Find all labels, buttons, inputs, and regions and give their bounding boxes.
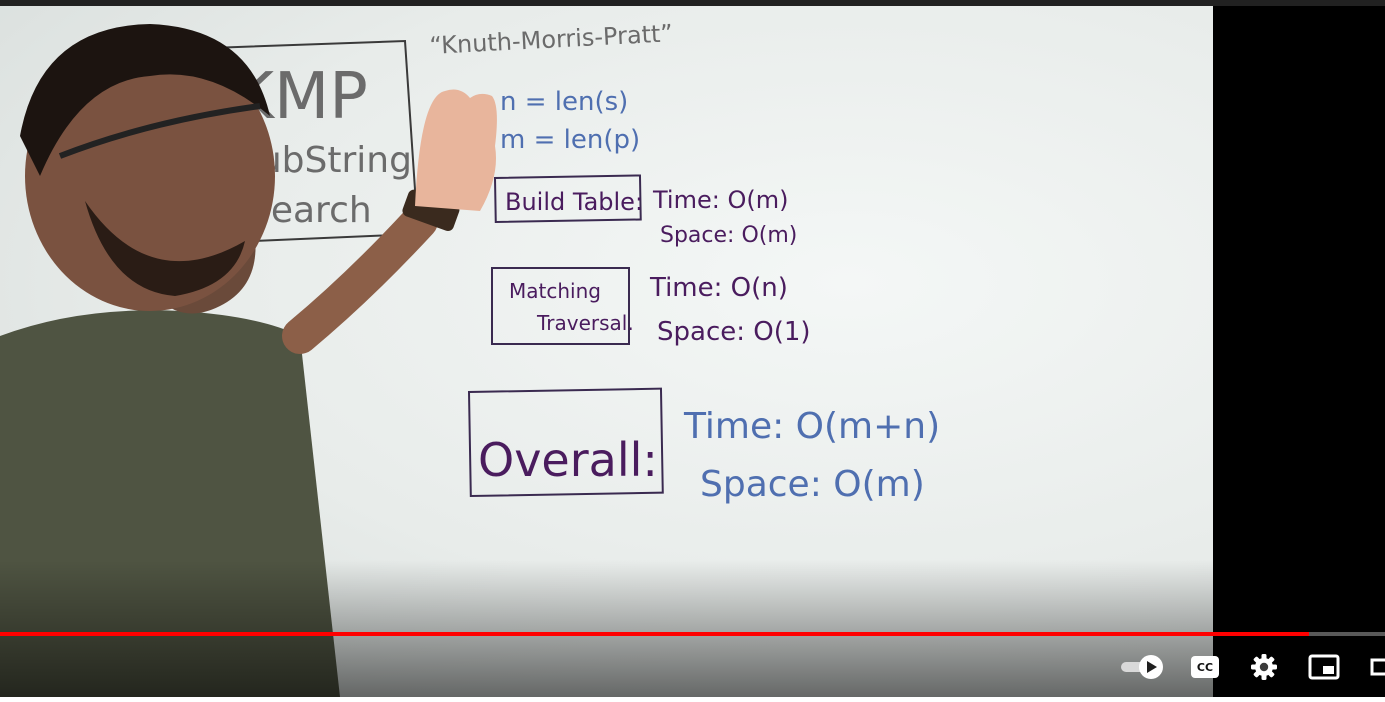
autoplay-toggle-icon (1121, 655, 1163, 679)
cc-label: CC (1196, 660, 1214, 674)
gear-icon (1251, 654, 1277, 680)
progress-bar[interactable] (0, 632, 1385, 636)
algorithm-name: “Knuth-Morris-Pratt” (429, 19, 674, 60)
theater-button[interactable] (1366, 648, 1385, 686)
matching-space: Space: O(1) (657, 317, 811, 347)
overall-time: Time: O(m+n) (683, 406, 940, 447)
captions-button[interactable]: CC (1186, 648, 1224, 686)
presenter-figure (0, 24, 497, 697)
theater-icon (1370, 658, 1385, 676)
cc-icon: CC (1191, 656, 1219, 678)
whiteboard-scene: KMP SubString Search “Knuth-Morris-Pratt… (0, 19, 940, 697)
overall-label: Overall: (478, 433, 658, 487)
build-table-space: Space: O(m) (660, 223, 797, 248)
build-table-time: Time: O(m) (652, 186, 788, 214)
miniplayer-button[interactable] (1304, 648, 1344, 686)
autoplay-toggle[interactable] (1118, 648, 1166, 686)
progress-played (0, 632, 1309, 636)
video-player[interactable]: KMP SubString Search “Knuth-Morris-Pratt… (0, 0, 1385, 697)
matching-time: Time: O(n) (649, 273, 788, 303)
var-n: n = len(s) (500, 87, 628, 117)
build-table-label: Build Table: (505, 188, 643, 216)
miniplayer-icon (1308, 654, 1340, 680)
matching-label-2: Traversal. (536, 311, 634, 335)
overall-space: Space: O(m) (700, 464, 925, 505)
video-frame[interactable]: KMP SubString Search “Knuth-Morris-Pratt… (0, 6, 1213, 697)
matching-label-1: Matching (509, 279, 601, 303)
var-m: m = len(p) (500, 125, 640, 155)
settings-button[interactable] (1245, 648, 1283, 686)
